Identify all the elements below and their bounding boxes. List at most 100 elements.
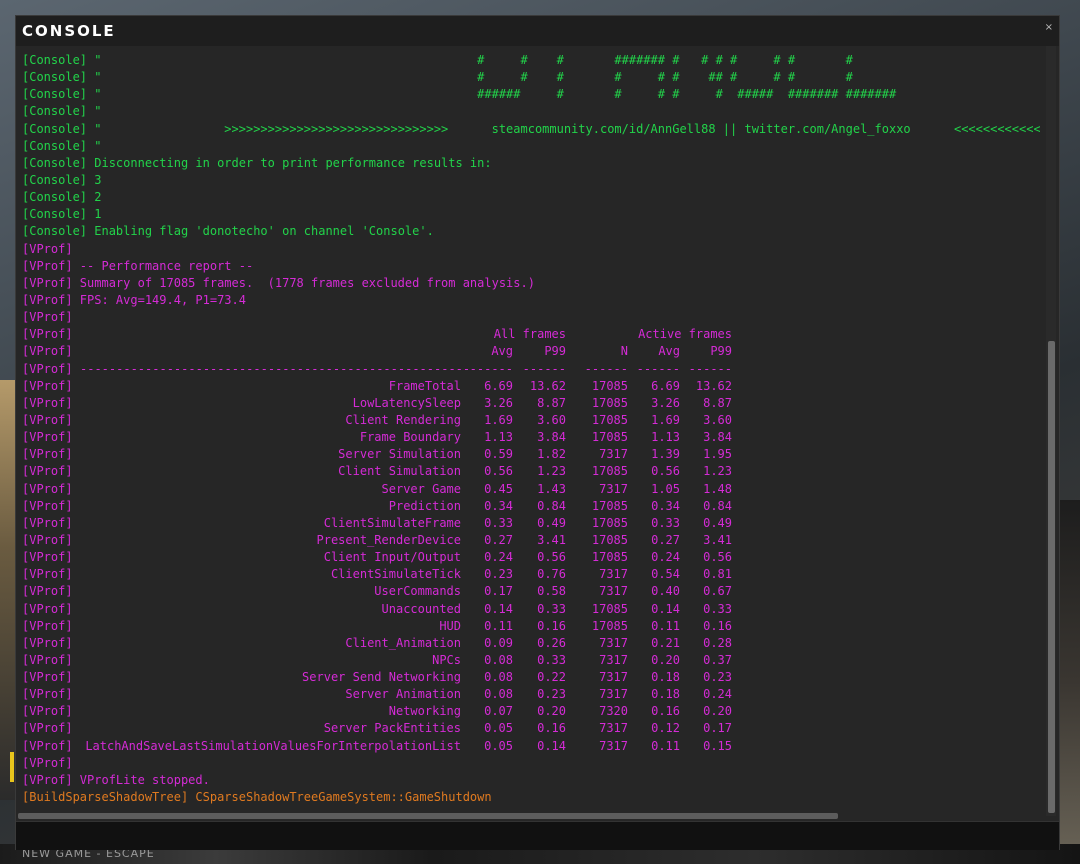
row-value-act-p99: 0.33 <box>703 601 732 616</box>
table-column-headers: [VProf] Avg P99 N Avg P99 <box>22 343 1040 360</box>
line-prefix: [Console] <box>22 138 88 153</box>
separator-col: ------ <box>522 361 566 376</box>
separator-col: ------ <box>469 361 513 376</box>
row-value-n: 7317 <box>599 481 628 496</box>
row-value-act-p99: 1.48 <box>703 481 732 496</box>
line-prefix: [VProf] <box>22 584 73 599</box>
row-value-all-avg: 1.69 <box>484 412 513 427</box>
line-prefix: [Console] <box>22 87 88 102</box>
table-group-header: [VProf] All frames Active frames <box>22 326 1040 343</box>
row-value-all-p99: 0.84 <box>537 498 566 513</box>
row-value-all-p99: 0.23 <box>537 687 566 702</box>
row-value-n: 17085 <box>591 618 628 633</box>
table-row: [VProf] NPCs 0.08 0.33 7317 0.20 0.37 <box>22 652 1040 669</box>
row-name: Unaccounted <box>381 601 461 616</box>
row-value-all-p99: 1.23 <box>537 464 566 479</box>
row-value-act-avg: 0.18 <box>651 687 680 702</box>
line-prefix: [Console] <box>22 172 88 187</box>
line-text: " <box>87 138 102 153</box>
row-value-act-p99: 3.60 <box>703 412 732 427</box>
row-value-act-avg: 0.56 <box>651 464 680 479</box>
row-value-all-avg: 0.17 <box>484 584 513 599</box>
horizontal-scrollbar-thumb[interactable] <box>18 813 838 819</box>
row-value-all-avg: 0.45 <box>484 481 513 496</box>
console-line: [VProf] <box>22 309 1040 326</box>
console-log[interactable]: [Console] " # # # ####### # # # # # # #[… <box>22 46 1040 808</box>
line-prefix: [VProf] <box>22 241 73 256</box>
row-value-n: 7317 <box>599 635 628 650</box>
row-value-act-avg: 1.05 <box>651 481 680 496</box>
table-row: [VProf] Client Input/Output 0.24 0.56 17085 0… <box>22 549 1040 566</box>
line-prefix: [VProf] <box>22 755 73 770</box>
table-row: [VProf] Present_RenderDevice 0.27 3.41 17085… <box>22 532 1040 549</box>
console-window: CONSOLE × [Console] " # # # ####### # # … <box>15 15 1060 850</box>
row-value-act-avg: 1.39 <box>651 447 680 462</box>
console-titlebar[interactable]: CONSOLE × <box>16 16 1059 46</box>
console-line: [Console] " >>>>>>>>>>>>>>>>>>>>>>>>>>>>… <box>22 121 1040 138</box>
row-value-n: 7317 <box>599 670 628 685</box>
console-line: [Console] Disconnecting in order to prin… <box>22 155 1040 172</box>
row-value-all-p99: 3.60 <box>537 412 566 427</box>
row-value-act-p99: 3.84 <box>703 430 732 445</box>
line-prefix: [VProf] <box>22 378 73 393</box>
line-prefix: [VProf] <box>22 327 73 342</box>
row-name: HUD <box>439 618 461 633</box>
console-line: [VProf] <box>22 241 1040 258</box>
line-prefix: [Console] <box>22 190 88 205</box>
line-text: " <box>87 104 102 119</box>
console-line: [Console] " # # # ####### # # # # # # # <box>22 52 1040 69</box>
vertical-scrollbar-thumb[interactable] <box>1048 341 1055 813</box>
line-prefix: [Console] <box>22 155 88 170</box>
row-value-all-avg: 0.23 <box>484 567 513 582</box>
row-value-n: 17085 <box>591 430 628 445</box>
row-value-act-avg: 0.11 <box>651 738 680 753</box>
row-value-act-avg: 0.18 <box>651 670 680 685</box>
table-row: [VProf] Frame Boundary 1.13 3.84 17085 1.13 3.… <box>22 429 1040 446</box>
line-prefix: [VProf] <box>22 310 73 325</box>
separator-name: ----------------------------------------… <box>80 361 471 376</box>
row-name: LatchAndSaveLastSimulationValuesForInter… <box>85 738 461 753</box>
close-icon[interactable]: × <box>1045 22 1053 33</box>
row-value-all-p99: 0.16 <box>537 721 566 736</box>
row-value-act-avg: 0.20 <box>651 652 680 667</box>
row-value-n: 17085 <box>591 395 628 410</box>
line-prefix: [VProf] <box>22 292 73 307</box>
row-value-act-p99: 0.20 <box>703 704 732 719</box>
row-value-all-p99: 0.49 <box>537 515 566 530</box>
separator-col: ------ <box>584 361 628 376</box>
column-header: P99 <box>710 344 732 359</box>
row-value-all-avg: 0.08 <box>484 652 513 667</box>
row-name: Server Simulation <box>338 447 461 462</box>
line-text: Disconnecting in order to print performa… <box>87 155 492 170</box>
line-prefix: [VProf] <box>22 550 73 565</box>
table-row: [VProf] FrameTotal 6.69 13.62 17085 6.69 13.62 <box>22 378 1040 395</box>
console-input[interactable] <box>16 821 1059 850</box>
row-value-all-avg: 0.27 <box>484 532 513 547</box>
console-title: CONSOLE <box>22 22 116 40</box>
row-value-all-avg: 0.34 <box>484 498 513 513</box>
row-value-act-avg: 0.54 <box>651 567 680 582</box>
row-value-act-avg: 0.27 <box>651 532 680 547</box>
row-value-all-avg: 0.14 <box>484 601 513 616</box>
row-value-all-p99: 1.43 <box>537 481 566 496</box>
line-prefix: [VProf] <box>22 464 73 479</box>
row-value-n: 7317 <box>599 447 628 462</box>
row-value-all-avg: 0.08 <box>484 687 513 702</box>
line-text: 1 <box>87 207 102 222</box>
row-value-all-p99: 0.58 <box>537 584 566 599</box>
separator-col: ------ <box>636 361 680 376</box>
row-value-all-p99: 0.20 <box>537 704 566 719</box>
line-text: 2 <box>87 190 102 205</box>
line-prefix: [Console] <box>22 70 88 85</box>
console-line: [Console] " <box>22 138 1040 155</box>
row-value-all-p99: 3.41 <box>537 532 566 547</box>
row-value-act-p99: 0.84 <box>703 498 732 513</box>
row-value-all-p99: 13.62 <box>529 378 566 393</box>
console-line: [VProf] FPS: Avg=149.4, P1=73.4 <box>22 292 1040 309</box>
table-row: [VProf] Unaccounted 0.14 0.33 17085 0.14 0.33 <box>22 601 1040 618</box>
console-line: [VProf] -- Performance report -- <box>22 258 1040 275</box>
line-prefix: [VProf] <box>22 772 73 787</box>
row-name: ClientSimulateTick <box>330 567 461 582</box>
table-row: [VProf] LowLatencySleep 3.26 8.87 17085 3.26 8… <box>22 395 1040 412</box>
row-value-all-avg: 0.05 <box>484 738 513 753</box>
